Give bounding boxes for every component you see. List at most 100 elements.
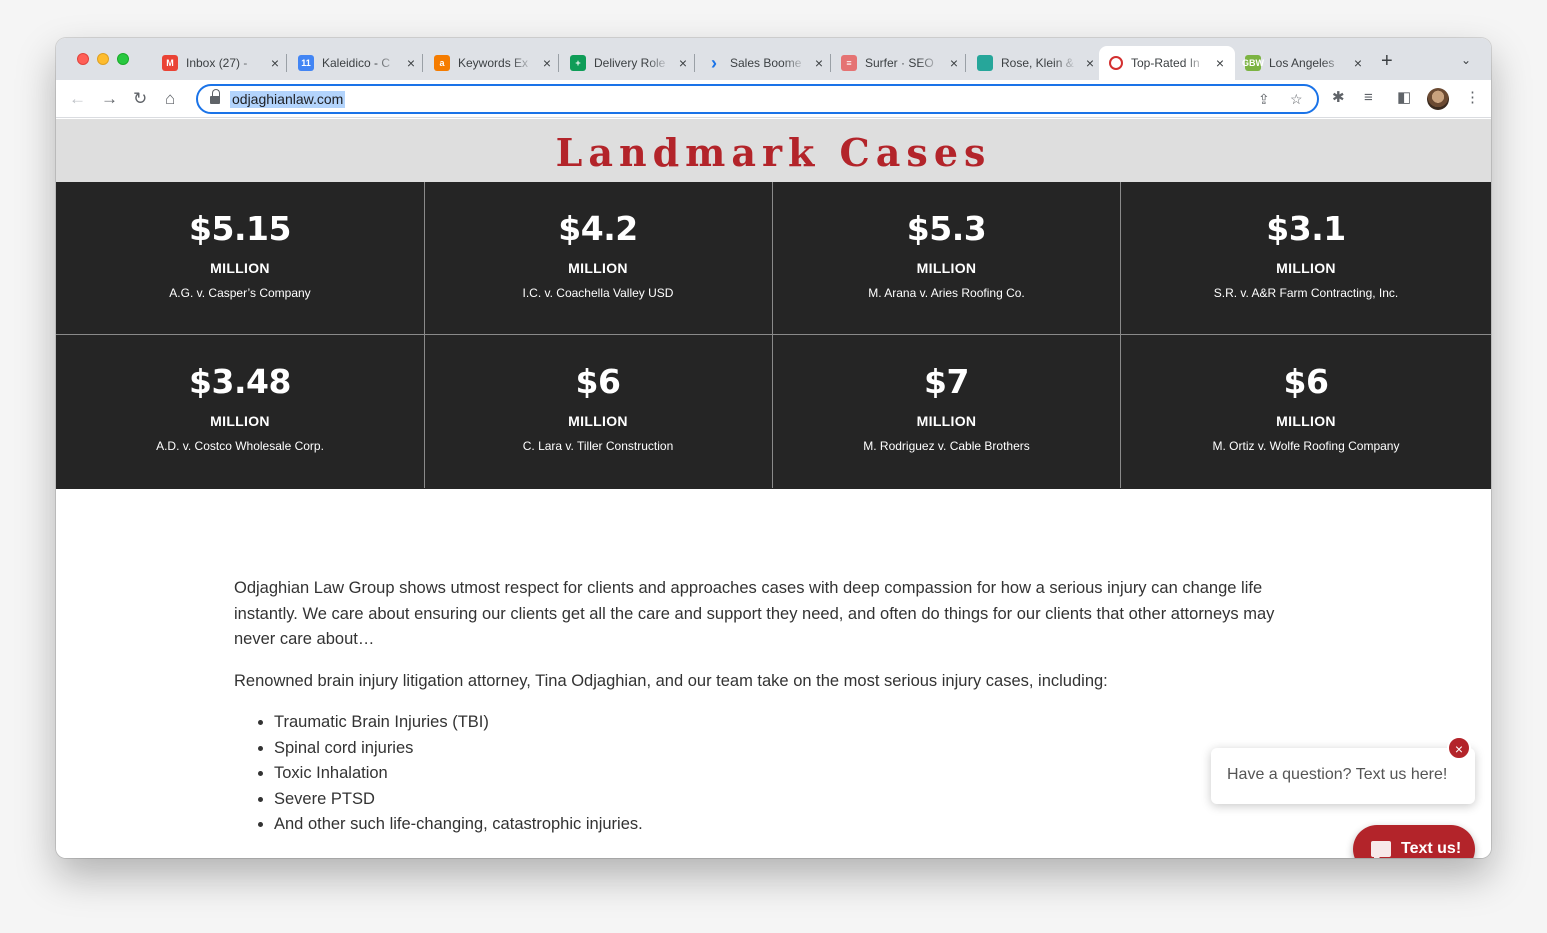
sheets-icon: + <box>570 55 586 71</box>
chat-prompt-bubble[interactable]: Have a question? Text us here! <box>1211 748 1475 804</box>
text-us-button[interactable]: Text us! <box>1353 825 1475 858</box>
case-card: $6 MILLION M. Ortiz v. Wolfe Roofing Compa… <box>1121 335 1491 488</box>
chevron-right-icon: › <box>711 52 717 73</box>
reading-list-icon[interactable]: ≡ <box>1364 89 1373 107</box>
web-page: Landmark Cases $5.15 MILLION A.G. v. Caspe… <box>56 119 1491 858</box>
gmail-icon: M <box>162 55 178 71</box>
calendar-icon: 11 <box>298 55 314 71</box>
teal-square-icon <box>977 55 993 71</box>
home-icon[interactable]: ⌂ <box>165 89 175 109</box>
landmark-cases-header: Landmark Cases <box>56 119 1491 182</box>
text-us-label: Text us! <box>1401 840 1462 857</box>
tab-strip: M Inbox (27) - × 11 Kaleidico - C × a Keywords… <box>56 38 1491 80</box>
case-card: $7 MILLION M. Rodriguez v. Cable Brothers <box>773 335 1121 488</box>
case-card: $6 MILLION C. Lara v. Tiller Construction <box>424 335 773 488</box>
chat-bubble-icon <box>1371 841 1391 858</box>
case-card: $4.2 MILLION I.C. v. Coachella Valley USD <box>424 182 773 335</box>
tab-separator <box>558 54 559 72</box>
tab-8[interactable]: O Top-Rated In × <box>1099 46 1235 80</box>
surfer-icon: ≡ <box>841 55 857 71</box>
tab-7[interactable]: Rose, Klein & × <box>967 46 1097 80</box>
tab-1[interactable]: M Inbox (27) - × <box>152 46 282 80</box>
close-tab-icon[interactable]: × <box>947 56 961 70</box>
chrome-menu-icon[interactable]: ⋮ <box>1465 89 1480 107</box>
close-tab-icon[interactable]: × <box>1083 56 1097 70</box>
tab-3[interactable]: a Keywords Ex × <box>424 46 554 80</box>
case-unit: MILLION <box>1276 413 1336 429</box>
tab-4[interactable]: + Delivery Role × <box>560 46 690 80</box>
chat-close-button[interactable]: × <box>1447 736 1471 760</box>
tab-5[interactable]: › Sales Boome × <box>696 46 826 80</box>
tab-title: Rose, Klein & <box>1001 56 1074 70</box>
browser-window: M Inbox (27) - × 11 Kaleidico - C × a Keywords… <box>56 38 1491 858</box>
tab-title: Kaleidico - C <box>322 56 391 70</box>
share-icon[interactable]: ⇪ <box>1258 91 1270 108</box>
case-amount: $5.15 <box>189 209 291 248</box>
tab-title: Delivery Role <box>594 56 666 70</box>
injury-list: Traumatic Brain Injuries (TBI)Spinal cor… <box>234 710 1314 838</box>
close-window-button[interactable] <box>77 53 89 65</box>
browser-toolbar: ← → ↻ ⌂ odjaghianlaw.com ⇪ ☆ ✱ ≡ ◧ ⋮ <box>56 80 1491 118</box>
url-text[interactable]: odjaghianlaw.com <box>230 91 346 108</box>
tab-title: Sales Boome <box>730 56 802 70</box>
close-tab-icon[interactable]: × <box>1351 56 1365 70</box>
case-unit: MILLION <box>210 413 270 429</box>
close-tab-icon[interactable]: × <box>404 56 418 70</box>
chat-prompt-text: Have a question? Text us here! <box>1227 766 1448 783</box>
intro-paragraph: Odjaghian Law Group shows utmost respect… <box>234 579 1275 648</box>
tab-2[interactable]: 11 Kaleidico - C × <box>288 46 418 80</box>
case-name: M. Arana v. Aries Roofing Co. <box>868 286 1025 300</box>
zoom-window-button[interactable] <box>117 53 129 65</box>
case-card: $3.48 MILLION A.D. v. Costco Wholesale Cor… <box>56 335 425 488</box>
tab-9[interactable]: GBW Los Angeles × <box>1235 46 1365 80</box>
list-item: Spinal cord injuries <box>274 736 1314 762</box>
extensions-puzzle-icon[interactable]: ✱ <box>1332 89 1345 107</box>
case-name: S.R. v. A&R Farm Contracting, Inc. <box>1213 286 1399 300</box>
tab-title: Keywords Ex <box>458 56 529 70</box>
minimize-window-button[interactable] <box>97 53 109 65</box>
tab-search-button[interactable]: ⌄ <box>1461 53 1471 67</box>
page-title: Landmark Cases <box>555 130 992 175</box>
list-item: And other such life-changing, catastroph… <box>274 812 1314 838</box>
close-tab-icon[interactable]: × <box>540 56 554 70</box>
close-tab-icon[interactable]: × <box>676 56 690 70</box>
gbw-icon: GBW <box>1242 55 1264 71</box>
back-arrow-icon[interactable]: ← <box>69 89 86 109</box>
tab-title: Surfer · SEO <box>865 56 934 70</box>
main-content: Odjaghian Law Group shows utmost respect… <box>234 576 1314 838</box>
case-amount: $4.2 <box>558 209 638 248</box>
case-unit: MILLION <box>1276 260 1336 276</box>
address-bar[interactable]: odjaghianlaw.com ⇪ ☆ <box>196 84 1319 114</box>
bookmark-star-icon[interactable]: ☆ <box>1290 91 1303 108</box>
case-amount: $7 <box>924 362 969 401</box>
tab-title: Los Angeles <box>1269 56 1335 70</box>
forward-arrow-icon[interactable]: → <box>101 89 118 109</box>
new-tab-button[interactable]: + <box>1381 51 1393 71</box>
opera-o-icon: O <box>1109 56 1123 70</box>
ahrefs-icon: a <box>434 55 450 71</box>
list-item: Toxic Inhalation <box>274 761 1314 787</box>
case-name: M. Rodriguez v. Cable Brothers <box>863 439 1030 453</box>
tab-separator <box>286 54 287 72</box>
case-card: $5.3 MILLION M. Arana v. Aries Roofing Co. <box>773 182 1121 335</box>
close-tab-icon[interactable]: × <box>1213 56 1227 70</box>
case-name: M. Ortiz v. Wolfe Roofing Company <box>1212 439 1400 453</box>
lock-icon[interactable] <box>210 89 220 105</box>
tab-6[interactable]: ≡ Surfer · SEO × <box>831 46 961 80</box>
profile-avatar[interactable] <box>1427 88 1449 110</box>
case-name: A.G. v. Casper’s Company <box>169 286 311 300</box>
tab-separator <box>694 54 695 72</box>
case-card: $3.1 MILLION S.R. v. A&R Farm Contracting,… <box>1121 182 1491 335</box>
case-unit: MILLION <box>210 260 270 276</box>
close-tab-icon[interactable]: × <box>268 56 282 70</box>
tab-title: Inbox (27) - <box>186 56 248 70</box>
tab-title: Top-Rated In <box>1131 56 1200 70</box>
close-tab-icon[interactable]: × <box>812 56 826 70</box>
case-amount: $6 <box>1283 362 1329 401</box>
tab-separator <box>965 54 966 72</box>
cases-grid: $5.15 MILLION A.G. v. Casper’s Company $4.2… <box>56 182 1491 489</box>
case-unit: MILLION <box>568 413 628 429</box>
case-name: C. Lara v. Tiller Construction <box>522 439 674 453</box>
reload-icon[interactable]: ↻ <box>133 89 147 109</box>
side-panel-icon[interactable]: ◧ <box>1397 89 1411 107</box>
